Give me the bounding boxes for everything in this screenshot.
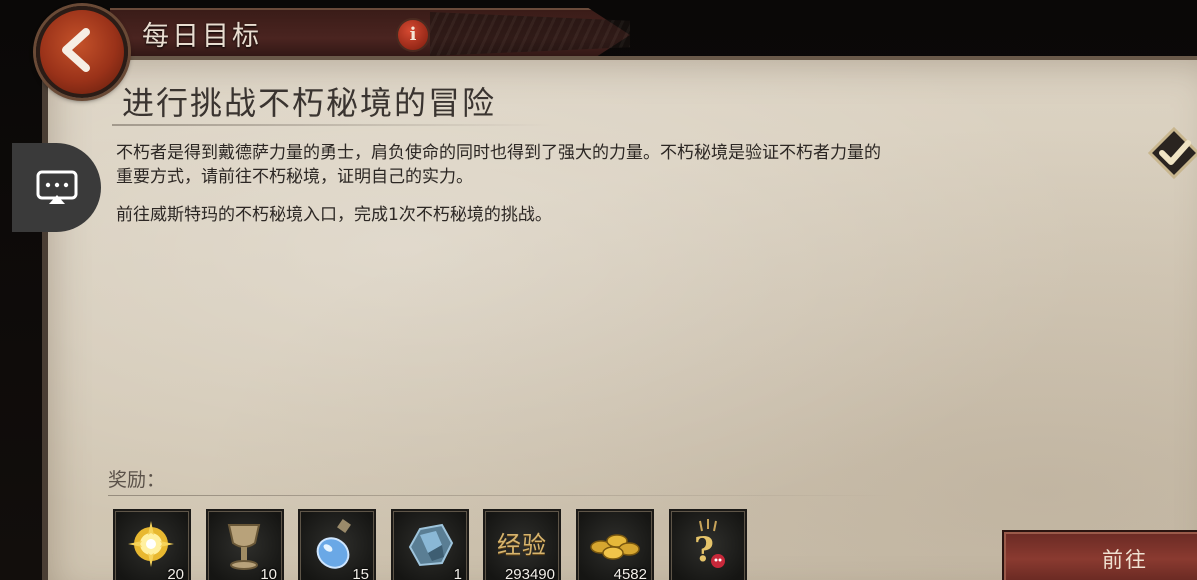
reward-count: 1	[453, 566, 462, 580]
reward-slot-crystal[interactable]: 1	[391, 509, 469, 580]
reward-count: 20	[167, 566, 184, 580]
go-button-label: 前往	[1102, 548, 1148, 572]
reward-slot-potion[interactable]: 15	[298, 509, 376, 580]
info-button[interactable]: i	[396, 18, 430, 52]
reward-slot-experience[interactable]: 经验 293490	[483, 509, 561, 580]
quest-description: 不朽者是得到戴德萨力量的勇士，肩负使命的同时也得到了强大的力量。不朽秘境是验证不…	[116, 143, 881, 187]
rewards-divider	[108, 495, 898, 496]
daily-goal-screen: 每日目标 i 进行挑战不朽秘境的冒险 不朽者是得到戴德萨力量的勇士，肩负使命的同…	[0, 0, 1197, 580]
mystery-item-icon: ?	[694, 519, 725, 570]
completion-check-icon	[1147, 126, 1197, 180]
gold-coins-icon	[590, 534, 640, 560]
back-button[interactable]	[36, 6, 128, 98]
go-button[interactable]: 前往	[1002, 530, 1197, 580]
reward-count: 10	[260, 566, 277, 580]
screen-share-button[interactable]	[12, 143, 101, 232]
reward-count: 4582	[613, 566, 647, 580]
reward-slot-mystery[interactable]: ?	[669, 509, 747, 580]
quest-parchment-panel	[42, 56, 1197, 580]
reward-slot-gold-coins[interactable]: 4582	[576, 509, 654, 580]
reward-slot-chalice[interactable]: 10	[206, 509, 284, 580]
experience-icon: 经验	[497, 531, 547, 559]
reward-slot-gold-orb[interactable]: 20	[113, 509, 191, 580]
reward-count: 15	[352, 566, 369, 580]
quest-objective: 前往威斯特玛的不朽秘境入口，完成1次不朽秘境的挑战。	[116, 205, 552, 225]
quest-title: 进行挑战不朽秘境的冒险	[122, 84, 497, 122]
back-arrow-icon	[62, 28, 90, 72]
svg-text:?: ?	[694, 530, 714, 570]
gold-orb-icon	[128, 521, 174, 567]
page-title: 每日目标	[142, 21, 262, 52]
screen-share-icon	[36, 170, 78, 204]
rewards-label: 奖励：	[108, 469, 166, 491]
title-divider	[112, 124, 552, 126]
reward-count: 293490	[504, 566, 555, 580]
crystal-ore-icon	[408, 523, 454, 567]
